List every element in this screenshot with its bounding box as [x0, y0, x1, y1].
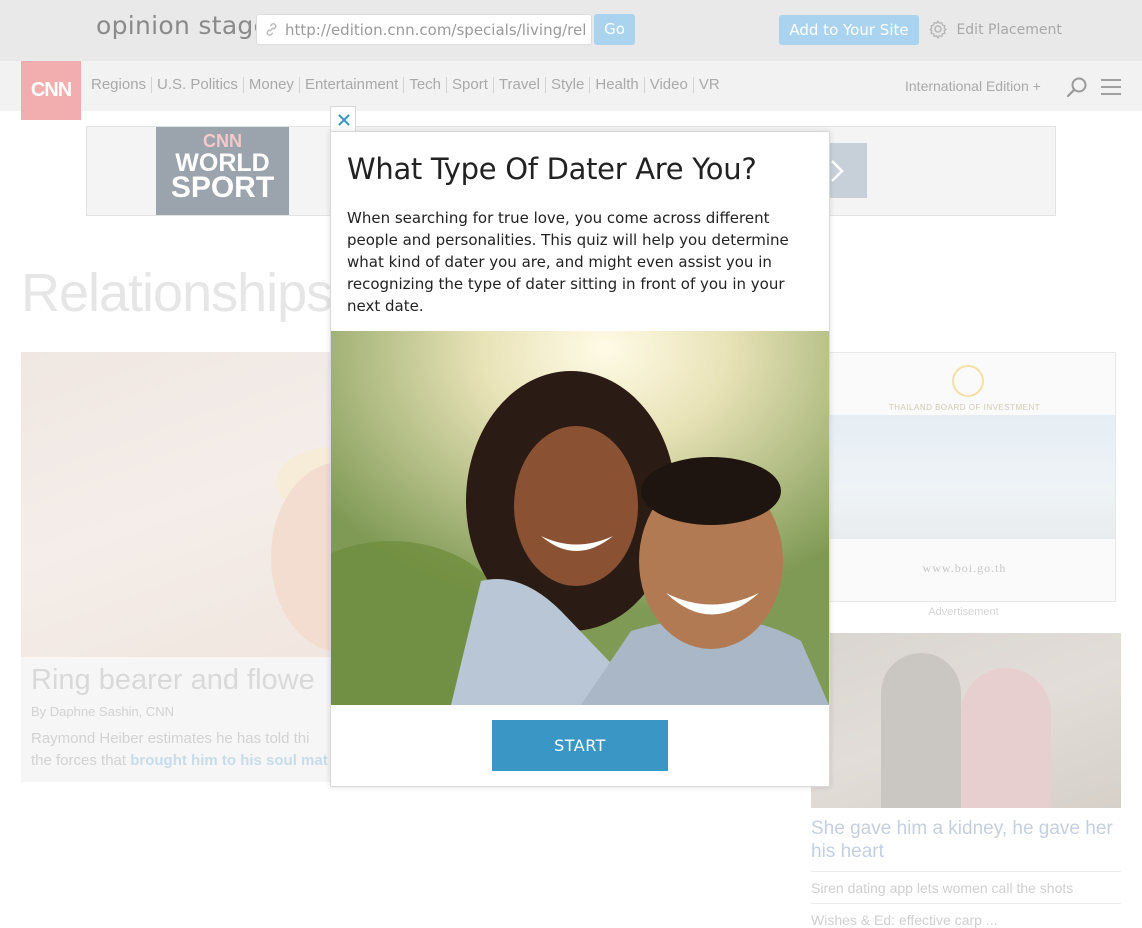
nav-item-video[interactable]: Video — [645, 77, 694, 93]
nav-item-tech[interactable]: Tech — [404, 77, 448, 93]
nav-item-regions[interactable]: Regions — [91, 77, 153, 93]
quiz-cover-image — [331, 331, 829, 705]
start-button[interactable]: START — [492, 720, 668, 771]
chevron-right-icon — [831, 160, 844, 182]
url-input[interactable]: http://edition.cnn.com/specials/living/r… — [256, 14, 592, 45]
ad-url: www.boi.go.th — [922, 561, 1007, 575]
sidebar-link[interactable]: Siren dating app lets women call the sho… — [811, 871, 1121, 896]
world-sport-logo: CNN WORLD SPORT — [156, 127, 289, 215]
boi-emblem-icon — [952, 365, 984, 397]
advertisement-label: Advertisement — [928, 606, 999, 618]
article-title[interactable]: Ring bearer and flowe — [31, 664, 315, 697]
article-image — [21, 352, 351, 657]
close-icon — [338, 114, 350, 126]
page-title: Relationships — [21, 263, 333, 323]
article-inline-link[interactable]: brought him to his soul mat — [130, 752, 328, 769]
quiz-title: What Type Of Dater Are You? — [347, 152, 757, 186]
nav-item-health[interactable]: Health — [590, 77, 645, 93]
cnn-nav-bar: CNN Regions U.S. Politics Money Entertai… — [0, 61, 1142, 120]
article-description: Raymond Heiber estimates he has told thi… — [31, 730, 328, 769]
nav-item-style[interactable]: Style — [546, 77, 591, 93]
ad-photo — [812, 415, 1115, 539]
add-to-site-button[interactable]: Add to Your Site — [779, 15, 919, 45]
url-value: http://edition.cnn.com/specials/living/r… — [285, 21, 587, 39]
search-icon[interactable] — [1066, 76, 1088, 98]
nav-item-money[interactable]: Money — [244, 77, 300, 93]
sidebar-link[interactable]: Wishes & Ed: effective carp ... — [811, 903, 1121, 928]
cnn-logo[interactable]: CNN — [21, 61, 81, 120]
hamburger-menu-icon[interactable] — [1101, 79, 1121, 95]
nav-item-travel[interactable]: Travel — [494, 77, 546, 93]
sidebar-story-title[interactable]: She gave him a kidney, he gave her his h… — [811, 817, 1121, 863]
nav-item-sport[interactable]: Sport — [447, 77, 494, 93]
edition-selector[interactable]: International Edition + — [905, 78, 1041, 94]
edit-placement-label: Edit Placement — [956, 22, 1062, 38]
go-button[interactable]: Go — [594, 14, 635, 45]
gear-icon — [929, 20, 947, 39]
nav-item-entertainment[interactable]: Entertainment — [300, 77, 405, 93]
quiz-modal: What Type Of Dater Are You? When searchi… — [330, 131, 830, 787]
close-button[interactable] — [330, 106, 356, 132]
nav-item-us-politics[interactable]: U.S. Politics — [152, 77, 244, 93]
opinion-stage-bar: opinion stage http://edition.cnn.com/spe… — [0, 0, 1142, 61]
quiz-description: When searching for true love, you come a… — [347, 209, 789, 315]
article-card[interactable]: Ring bearer and flowe By Daphne Sashin, … — [21, 352, 351, 782]
nav-item-vr[interactable]: VR — [694, 77, 725, 93]
ad-org-name: THAILAND BOARD OF INVESTMENT — [888, 403, 1041, 412]
sidebar-ad[interactable]: THAILAND BOARD OF INVESTMENT www.boi.go.… — [811, 352, 1116, 602]
sidebar-video-thumbnail[interactable] — [811, 633, 1121, 808]
link-icon — [266, 23, 277, 36]
opinion-stage-logo[interactable]: opinion stage — [96, 11, 269, 40]
nav-menu: Regions U.S. Politics Money Entertainmen… — [91, 77, 725, 93]
edit-placement-button[interactable]: Edit Placement — [928, 19, 1062, 39]
article-byline: By Daphne Sashin, CNN — [31, 704, 175, 719]
